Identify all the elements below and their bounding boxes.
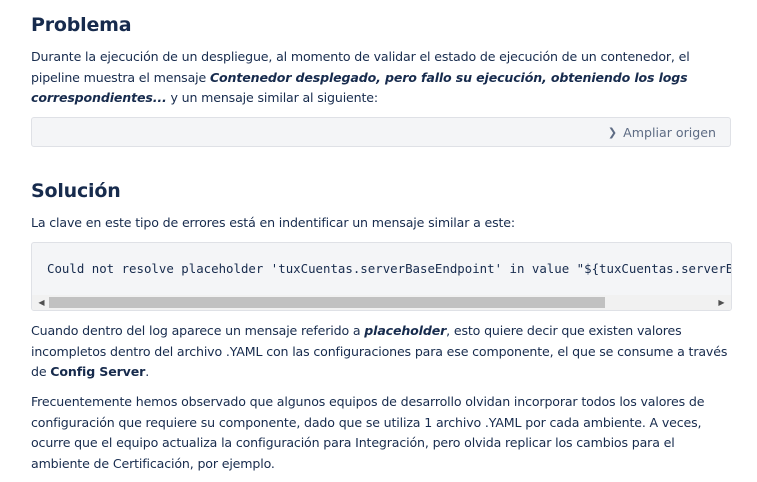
- solucion-clave-paragraph: La clave en este tipo de errores está en…: [31, 215, 515, 230]
- placeholder-emphasis: placeholder: [364, 323, 447, 338]
- solucion-cuando-paragraph: Cuando dentro del log aparece un mensaje…: [31, 321, 731, 383]
- page-content: Problema Durante la ejecución de un desp…: [0, 0, 757, 482]
- cuando-text-end: .: [145, 364, 150, 379]
- expand-source-label: Ampliar origen: [623, 125, 716, 140]
- cuando-text-start: Cuando dentro del log aparece un mensaje…: [31, 323, 365, 338]
- scrollbar-thumb[interactable]: [49, 297, 605, 308]
- collapsed-source-block: ❯ Ampliar origen: [31, 117, 731, 147]
- code-line: Could not resolve placeholder 'tuxCuenta…: [47, 261, 732, 276]
- heading-problema: Problema: [31, 14, 132, 36]
- arrow-left-icon[interactable]: ◀: [34, 295, 49, 310]
- expand-source-button[interactable]: ❯ Ampliar origen: [608, 125, 716, 140]
- intro-text-end: y un mensaje similar al siguiente:: [166, 90, 378, 105]
- arrow-right-icon[interactable]: ▶: [714, 295, 729, 310]
- problema-intro-paragraph: Durante la ejecución de un despliegue, a…: [31, 47, 731, 109]
- horizontal-scrollbar[interactable]: ◀ ▶: [32, 295, 731, 310]
- heading-solucion: Solución: [31, 180, 121, 202]
- code-block: Could not resolve placeholder 'tuxCuenta…: [31, 242, 732, 311]
- chevron-right-icon: ❯: [607, 126, 618, 139]
- solucion-frecuente-paragraph: Frecuentemente hemos observado que algun…: [31, 394, 705, 471]
- config-server-strong: Config Server: [50, 364, 146, 379]
